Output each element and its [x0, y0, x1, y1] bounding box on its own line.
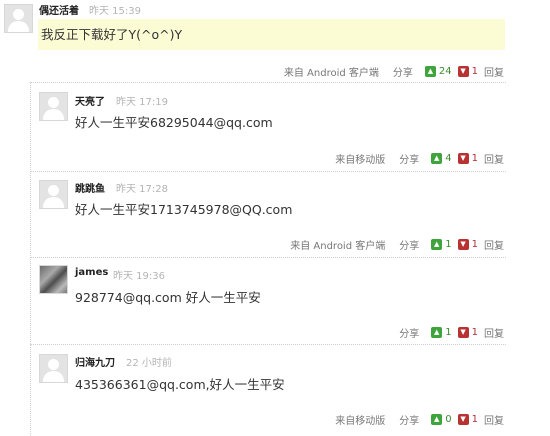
thumbs-down-icon[interactable]: ▼ — [457, 153, 469, 164]
divider — [30, 344, 506, 345]
reply-meta: 来自移动版 分享 ▲ 0 ▼ 1 回复 — [335, 412, 504, 427]
thumbs-down-icon[interactable]: ▼ — [457, 327, 469, 338]
upvote-count: 1 — [445, 239, 452, 250]
thumbs-down-icon[interactable]: ▼ — [457, 66, 469, 77]
share-button[interactable]: 分享 — [393, 64, 413, 79]
reply-text: 好人一生平安1713745978@QQ.com — [75, 202, 293, 217]
thumbs-up-icon[interactable]: ▲ — [431, 153, 443, 164]
thread-line — [30, 82, 31, 436]
reply-meta: 分享 ▲ 1 ▼ 1 回复 — [399, 325, 504, 340]
share-button[interactable]: 分享 — [399, 151, 419, 166]
thumbs-up-icon[interactable]: ▲ — [431, 414, 443, 425]
downvote-count: 1 — [471, 66, 478, 77]
downvote-count: 1 — [471, 153, 478, 164]
reply-source: 来自移动版 — [335, 416, 386, 427]
avatar-reply[interactable] — [39, 92, 68, 121]
reply-source: 来自 Android 客户端 — [290, 241, 386, 252]
reply-button[interactable]: 回复 — [484, 325, 504, 340]
reply-meta: 来自移动版 分享 ▲ 4 ▼ 1 回复 — [335, 151, 504, 166]
downvote-count: 1 — [471, 414, 478, 425]
share-button[interactable]: 分享 — [399, 412, 419, 427]
reply-author[interactable]: james — [75, 267, 108, 278]
avatar-reply[interactable] — [39, 354, 68, 383]
reply-text: 928774@qq.com 好人一生平安 — [75, 290, 261, 305]
avatar-reply[interactable] — [39, 180, 68, 209]
comment-source: 来自 Android 客户端 — [283, 68, 379, 79]
reply-text: 好人一生平安68295044@qq.com — [75, 115, 273, 130]
divider — [30, 82, 506, 83]
downvote-count: 1 — [471, 239, 478, 250]
reply-author[interactable]: 归海九刀 — [75, 354, 115, 369]
reply-time: 22 小时前 — [126, 358, 172, 369]
divider — [30, 257, 506, 258]
reply-source: 来自移动版 — [335, 155, 386, 166]
divider — [30, 171, 506, 172]
share-button[interactable]: 分享 — [399, 237, 419, 252]
upvote-count: 0 — [445, 414, 452, 425]
upvote-count: 4 — [445, 153, 452, 164]
comment-meta: 来自 Android 客户端 分享 ▲ 24 ▼ 1 回复 — [284, 64, 504, 79]
reply-time: 昨天 19:36 — [113, 271, 165, 282]
comment-text: 我反正下载好了Y(^o^)Y — [38, 19, 505, 50]
share-button[interactable]: 分享 — [399, 325, 419, 340]
default-avatar-icon — [48, 185, 59, 196]
default-avatar-icon — [13, 9, 24, 20]
reply-time: 昨天 17:19 — [116, 97, 168, 108]
downvote-count: 1 — [471, 327, 478, 338]
reply-author[interactable]: 跳跳鱼 — [75, 180, 105, 195]
upvote-count: 1 — [445, 327, 452, 338]
upvote-count: 24 — [438, 66, 452, 77]
reply-author[interactable]: 天亮了 — [75, 93, 105, 108]
thumbs-up-icon[interactable]: ▲ — [431, 239, 443, 250]
reply-button[interactable]: 回复 — [484, 64, 504, 79]
reply-button[interactable]: 回复 — [484, 412, 504, 427]
reply-text: 435366361@qq.com,好人一生平安 — [75, 377, 285, 392]
comment-author[interactable]: 偶还活着 — [39, 2, 79, 17]
default-avatar-icon — [48, 359, 59, 370]
thumbs-down-icon[interactable]: ▼ — [457, 414, 469, 425]
reply-meta: 来自 Android 客户端 分享 ▲ 1 ▼ 1 回复 — [290, 237, 504, 252]
thumbs-down-icon[interactable]: ▼ — [457, 239, 469, 250]
default-avatar-icon — [48, 97, 59, 108]
reply-button[interactable]: 回复 — [484, 151, 504, 166]
thumbs-up-icon[interactable]: ▲ — [424, 66, 436, 77]
thumbs-up-icon[interactable]: ▲ — [431, 327, 443, 338]
avatar-main[interactable] — [4, 4, 33, 33]
avatar-reply-photo[interactable] — [39, 265, 68, 294]
reply-time: 昨天 17:28 — [116, 184, 168, 195]
reply-button[interactable]: 回复 — [484, 237, 504, 252]
comment-time: 昨天 15:39 — [89, 6, 141, 17]
